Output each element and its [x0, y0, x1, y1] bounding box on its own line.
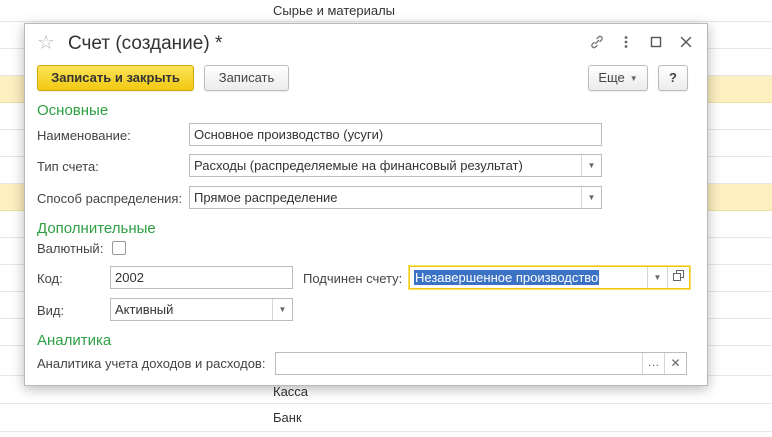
distribution-value: Прямое распределение	[194, 190, 338, 205]
account-type-select[interactable]: Расходы (распределяемые на финансовый ре…	[189, 154, 602, 177]
account-dialog: ☆ Счет (создание) * Записать и закрыть З…	[24, 23, 708, 386]
favorite-star-icon[interactable]: ☆	[37, 33, 55, 53]
section-title-main: Основные	[37, 102, 109, 119]
code-input[interactable]: 2002	[110, 266, 293, 289]
close-icon[interactable]	[677, 34, 695, 52]
chevron-down-icon[interactable]: ▼	[581, 187, 601, 208]
kind-value: Активный	[115, 302, 174, 317]
ellipsis-icon[interactable]: …	[642, 353, 664, 374]
open-icon[interactable]	[667, 267, 689, 288]
account-type-value: Расходы (распределяемые на финансовый ре…	[194, 158, 523, 173]
list-item-label: Банк	[273, 410, 302, 425]
account-type-label: Тип счета:	[37, 159, 99, 174]
maximize-icon[interactable]	[647, 34, 665, 52]
more-actions-label: Еще	[598, 70, 625, 85]
kind-label: Вид:	[37, 303, 65, 318]
code-label: Код:	[37, 271, 63, 286]
name-input[interactable]: Основное производство (усуги)	[189, 123, 602, 146]
more-actions-button[interactable]: Еще ▼	[588, 65, 648, 91]
code-value: 2002	[115, 270, 144, 285]
chevron-down-icon[interactable]: ▼	[272, 299, 292, 320]
chevron-down-icon[interactable]: ▼	[647, 267, 667, 288]
currency-label: Валютный:	[37, 241, 104, 256]
name-label: Наименование:	[37, 128, 131, 143]
parent-account-value: Незавершенное производство	[414, 270, 600, 285]
currency-checkbox[interactable]	[112, 241, 126, 255]
list-item[interactable]: Сырье и материалы	[0, 0, 772, 22]
save-and-close-button[interactable]: Записать и закрыть	[37, 65, 194, 91]
analytics-input[interactable]: … ✕	[275, 352, 687, 375]
parent-account-input[interactable]: Незавершенное производство ▼	[409, 266, 690, 289]
save-button[interactable]: Записать	[204, 65, 289, 91]
section-title-analytics: Аналитика	[37, 332, 112, 349]
dialog-title: Счет (создание) *	[68, 33, 223, 54]
more-vertical-icon[interactable]	[617, 34, 635, 52]
list-item[interactable]: Банк	[0, 404, 772, 432]
clear-icon[interactable]: ✕	[664, 353, 686, 374]
distribution-label: Способ распределения:	[37, 191, 183, 206]
name-value: Основное производство (усуги)	[194, 127, 384, 142]
list-item-label: Сырье и материалы	[273, 3, 396, 18]
list-item-label: Касса	[273, 384, 309, 399]
chevron-down-icon: ▼	[629, 74, 638, 83]
link-icon[interactable]	[588, 34, 606, 52]
section-title-additional: Дополнительные	[37, 220, 156, 237]
parent-account-label: Подчинен счету:	[303, 271, 403, 286]
help-button[interactable]: ?	[658, 65, 688, 91]
distribution-select[interactable]: Прямое распределение ▼	[189, 186, 602, 209]
kind-select[interactable]: Активный ▼	[110, 298, 293, 321]
analytics-label: Аналитика учета доходов и расходов:	[37, 356, 266, 371]
chevron-down-icon[interactable]: ▼	[581, 155, 601, 176]
